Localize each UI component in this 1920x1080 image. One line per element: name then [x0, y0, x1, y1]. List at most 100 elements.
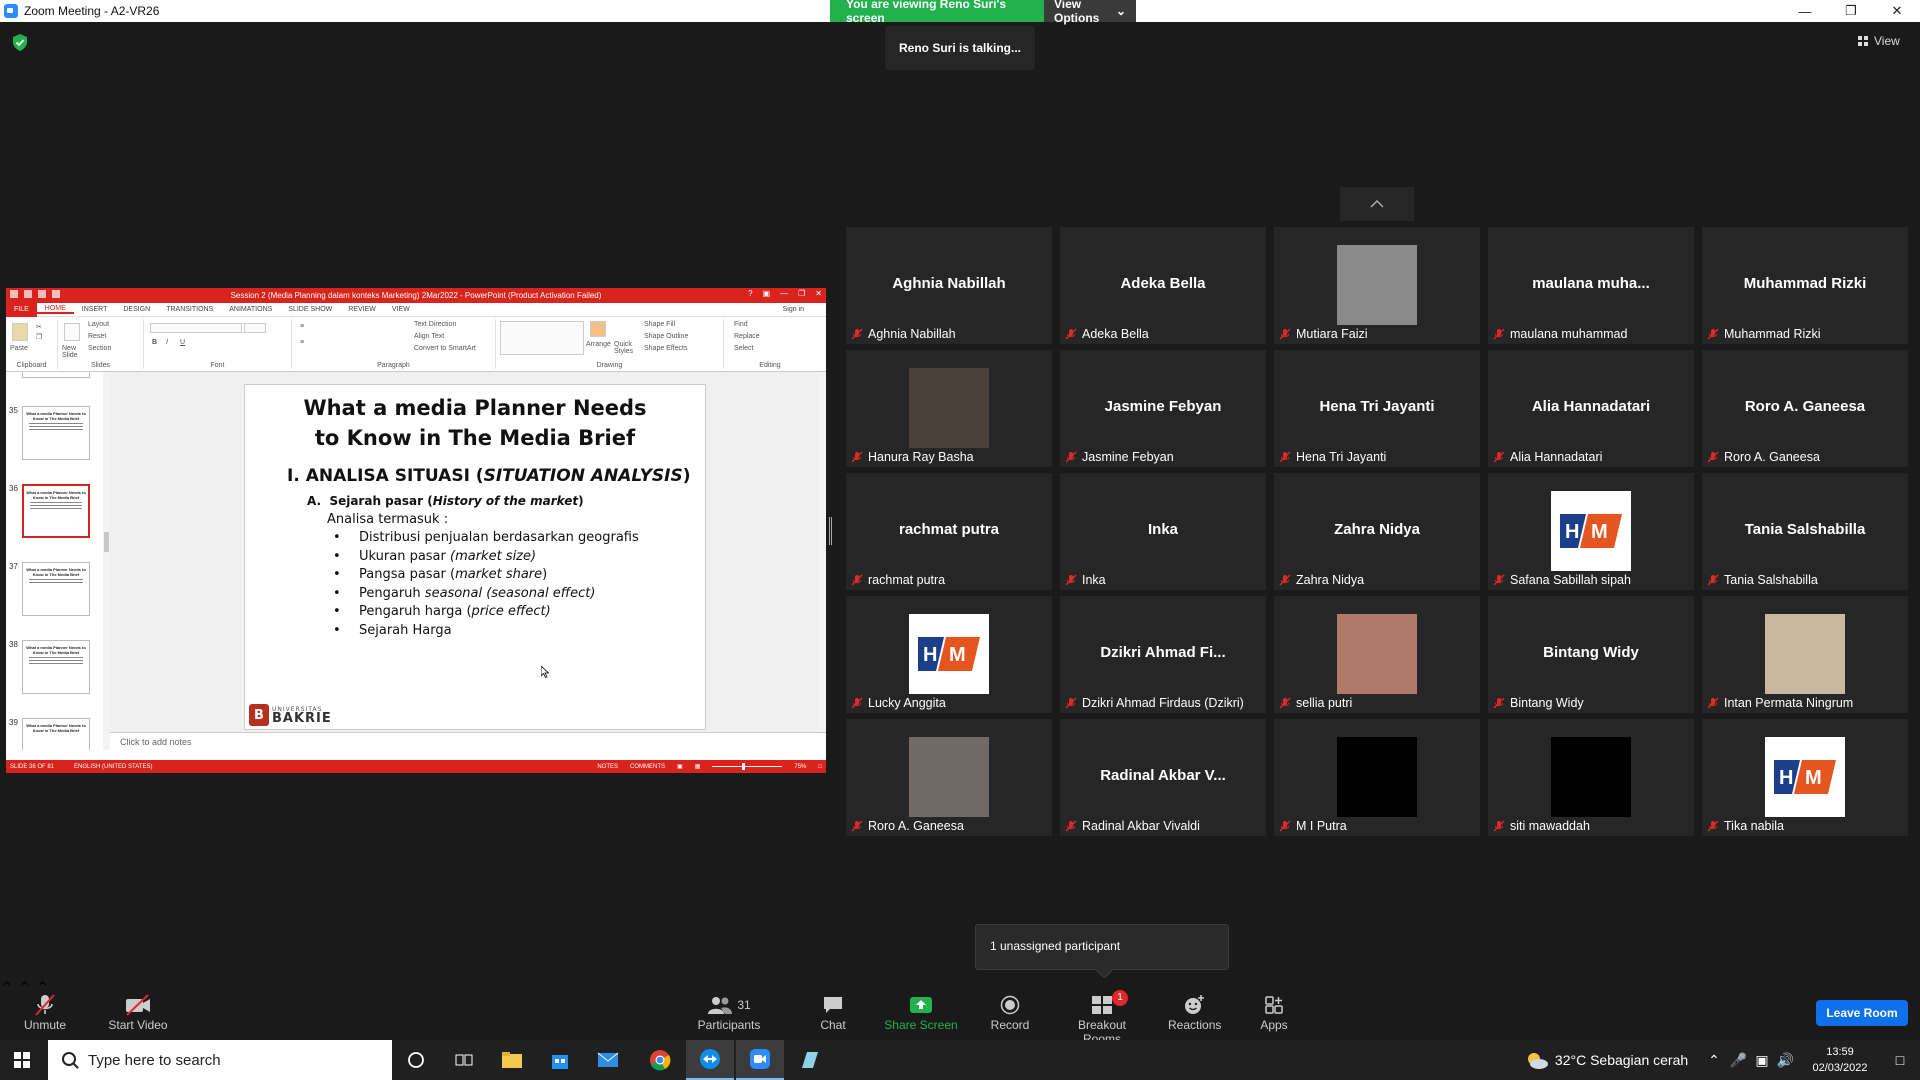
tab-animations[interactable]: ANIMATIONS [221, 306, 280, 313]
chat-button[interactable]: Chat [812, 992, 854, 1032]
font-size-select[interactable] [244, 323, 266, 333]
tray-overflow-icon[interactable]: ⌃ [1708, 1052, 1720, 1069]
participant-tile[interactable]: Alia Hannadatari Alia Hannadatari [1488, 350, 1694, 467]
ppt-signin[interactable]: Sign in [783, 306, 804, 313]
replace-button[interactable]: Replace [734, 333, 760, 340]
align-left-icon[interactable]: ≡ [300, 339, 304, 346]
task-view-icon[interactable] [440, 1040, 488, 1080]
participant-tile[interactable]: maulana muha... maulana muhammad [1488, 227, 1694, 344]
reset-button[interactable]: Reset [88, 333, 106, 340]
participant-tile[interactable]: Radinal Akbar V... Radinal Akbar Vivaldi [1060, 719, 1266, 836]
participant-tile[interactable]: Tania Salshabilla Tania Salshabilla [1702, 473, 1908, 590]
align-text-button[interactable]: Align Text [414, 333, 444, 340]
teamviewer-icon[interactable] [686, 1040, 734, 1080]
convert-smartart-button[interactable]: Convert to SmartArt [414, 345, 476, 352]
shape-effects-button[interactable]: Shape Effects [644, 345, 687, 352]
view-layout-button[interactable]: View [1858, 34, 1900, 48]
microphone-tray-icon[interactable]: 🎤 [1730, 1052, 1747, 1069]
slide-thumbnail-37[interactable]: What a media Planner Needs to Know in Th… [22, 562, 90, 616]
comments-toggle[interactable]: COMMENTS [630, 764, 665, 770]
participant-tile[interactable]: Muhammad Rizki Muhammad Rizki [1702, 227, 1908, 344]
record-button[interactable]: Record [988, 992, 1032, 1032]
slide-thumbnail-35[interactable]: What a media Planner Needs to Know in Th… [22, 406, 90, 460]
bold-button[interactable]: B [152, 339, 157, 346]
text-direction-button[interactable]: Text Direction [414, 321, 456, 328]
participant-tile[interactable]: Aghnia Nabillah Aghnia Nabillah [846, 227, 1052, 344]
view-options-button[interactable]: View Options ⌄ [1044, 0, 1136, 25]
slide-scrollbar[interactable] [818, 372, 826, 732]
split-view-divider[interactable] [829, 517, 832, 545]
participant-tile[interactable]: Dzikri Ahmad Fi... Dzikri Ahmad Firdaus (… [1060, 596, 1266, 713]
share-screen-button[interactable]: Share Screen [884, 992, 958, 1032]
paste-icon[interactable] [12, 323, 28, 341]
slide-thumbnail-39[interactable]: What a media Planner Needs to Know in Th… [22, 718, 90, 750]
section-button[interactable]: Section [88, 345, 111, 352]
arrange-icon[interactable] [590, 321, 606, 337]
participant-tile[interactable]: siti mawaddah [1488, 719, 1694, 836]
taskbar-search-input[interactable]: Type here to search [48, 1040, 392, 1080]
paste-label[interactable]: Paste [10, 345, 28, 352]
participant-tile[interactable]: Bintang Widy Bintang Widy [1488, 596, 1694, 713]
arrange-label[interactable]: Arrange [586, 341, 611, 348]
copy-icon[interactable]: ❐ [36, 333, 42, 341]
chrome-icon[interactable] [636, 1040, 684, 1080]
find-button[interactable]: Find [734, 321, 748, 328]
windows-start-icon[interactable] [14, 1052, 30, 1068]
gallery-page-up-button[interactable] [1340, 187, 1414, 221]
tab-transitions[interactable]: TRANSITIONS [158, 306, 221, 313]
restore-button[interactable]: ❐ [1828, 0, 1874, 22]
normal-view-icon[interactable]: ▣ [677, 763, 683, 770]
close-button[interactable]: ✕ [1874, 0, 1920, 22]
participant-tile[interactable]: Jasmine Febyan Jasmine Febyan [1060, 350, 1266, 467]
shape-outline-button[interactable]: Shape Outline [644, 333, 688, 340]
store-icon[interactable] [536, 1040, 584, 1080]
participant-tile[interactable]: Intan Permata Ningrum [1702, 596, 1908, 713]
audio-options-caret[interactable]: ⌃ [0, 980, 13, 997]
participant-tile[interactable]: Hanura Ray Basha [846, 350, 1052, 467]
tab-slide-show[interactable]: SLIDE SHOW [280, 306, 340, 313]
security-shield-icon[interactable] [12, 34, 28, 51]
slide-thumbnail-38[interactable]: What a media Planner Needs to Know in Th… [22, 640, 90, 694]
notifications-icon[interactable]: □ [1880, 1052, 1920, 1068]
zoom-taskbar-icon[interactable] [736, 1040, 784, 1080]
new-slide-icon[interactable] [64, 323, 80, 341]
tab-file[interactable]: FILE [6, 302, 37, 317]
participant-tile[interactable]: M H Safana Sabillah sipah [1488, 473, 1694, 590]
participant-tile[interactable]: Roro A. Ganeesa [846, 719, 1052, 836]
tab-home[interactable]: HOME [36, 305, 74, 314]
quick-styles-label[interactable]: Quick Styles [614, 341, 638, 355]
unmute-button[interactable]: Unmute [20, 992, 70, 1032]
minimize-button[interactable]: — [1782, 0, 1828, 22]
cortana-icon[interactable] [392, 1040, 440, 1080]
zoom-slider[interactable] [712, 763, 783, 770]
reactions-button[interactable]: Reactions [1168, 992, 1221, 1032]
participant-tile[interactable]: M I Putra [1274, 719, 1480, 836]
participant-tile[interactable]: sellia putri [1274, 596, 1480, 713]
mail-icon[interactable] [584, 1040, 632, 1080]
participant-tile[interactable]: M H Lucky Anggita [846, 596, 1052, 713]
underline-button[interactable]: U [180, 339, 185, 346]
current-slide[interactable]: What a media Planner Needs to Know in Th… [244, 384, 706, 730]
font-family-select[interactable] [150, 323, 242, 333]
notes-pane[interactable]: Click to add notes [110, 732, 826, 750]
thumbnails-scrollbar[interactable] [103, 372, 110, 750]
participant-tile[interactable]: Hena Tri Jayanti Hena Tri Jayanti [1274, 350, 1480, 467]
fit-slide-icon[interactable]: □ [818, 764, 822, 770]
cut-icon[interactable]: ✂ [36, 323, 42, 331]
start-video-button[interactable]: Start Video [106, 992, 170, 1032]
notes-toggle[interactable]: NOTES [597, 764, 618, 770]
breakout-rooms-button[interactable]: 1 Breakout Rooms [1058, 990, 1146, 1046]
slide-thumbnail-36[interactable]: What a media Planner Needs to Know in Th… [22, 484, 90, 538]
volume-icon[interactable]: 🔊 [1777, 1052, 1794, 1069]
leave-room-button[interactable]: Leave Room [1816, 1000, 1908, 1026]
shared-screen-powerpoint[interactable]: Session 2 (Media Planning dalam konteks … [6, 288, 826, 773]
zoom-level[interactable]: 75% [794, 764, 806, 770]
tab-design[interactable]: DESIGN [115, 306, 158, 313]
sorter-view-icon[interactable]: ▦ [695, 763, 701, 770]
tab-view[interactable]: VIEW [384, 306, 418, 313]
tab-review[interactable]: REVIEW [340, 306, 384, 313]
slide-thumbnails-panel[interactable]: 35 What a media Planner Needs to Know in… [6, 372, 110, 750]
slide-thumbnail-34[interactable] [22, 372, 90, 378]
participant-tile[interactable]: M H Tika nabila [1702, 719, 1908, 836]
italic-button[interactable]: I [166, 339, 168, 346]
